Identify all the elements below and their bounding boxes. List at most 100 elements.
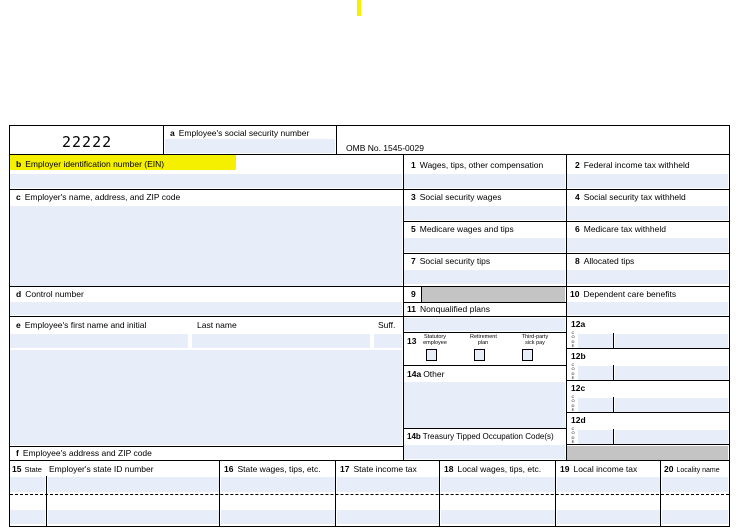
divider <box>403 302 566 303</box>
statutory-employee-checkbox[interactable] <box>426 349 437 361</box>
box18-field-1[interactable] <box>441 477 555 492</box>
box12c-label: 12c <box>571 383 586 393</box>
box12-shaded <box>567 446 728 460</box>
divider <box>9 286 403 287</box>
box17-field-1[interactable] <box>337 477 439 492</box>
box14b-field[interactable] <box>404 445 565 459</box>
box12a-code-field[interactable] <box>578 334 613 348</box>
code-label: CODE <box>571 394 575 412</box>
box7-field[interactable] <box>404 270 565 284</box>
box3-field[interactable] <box>404 206 565 220</box>
divider <box>613 365 614 380</box>
box18-field-2[interactable] <box>441 510 555 524</box>
box12b-label: 12b <box>571 351 586 361</box>
box19-field-2[interactable] <box>557 510 660 524</box>
employee-address-field[interactable] <box>10 350 402 445</box>
divider <box>403 154 404 460</box>
employee-last-name-field[interactable] <box>192 334 370 348</box>
box15-state-field-2[interactable] <box>10 510 45 524</box>
box8-field[interactable] <box>567 270 728 284</box>
frame-left <box>9 125 10 527</box>
box6-label: 6 Medicare tax withheld <box>575 224 666 234</box>
divider <box>566 154 567 460</box>
box10-label: 10 Dependent care benefits <box>570 289 677 299</box>
box1-field[interactable] <box>404 174 565 188</box>
box12c-code-field[interactable] <box>578 398 613 412</box>
highlight-mark <box>357 0 361 16</box>
box6-field[interactable] <box>567 238 728 252</box>
employee-first-name-field[interactable] <box>10 334 188 348</box>
divider <box>403 428 566 429</box>
box12d-amount-field[interactable] <box>615 430 728 444</box>
retirement-plan-checkbox[interactable] <box>474 349 485 361</box>
retirement-plan-label: Retirement plan <box>470 334 497 346</box>
box3-label: 3 Social security wages <box>411 192 502 202</box>
divider <box>163 125 164 154</box>
divider <box>566 444 730 445</box>
statutory-employee-label: Statutory employee <box>423 334 447 346</box>
box1-label: 1 Wages, tips, other compensation <box>411 160 544 170</box>
box15-id-field-2[interactable] <box>48 510 219 524</box>
box10-field[interactable] <box>567 302 728 315</box>
divider <box>46 476 47 526</box>
box9-shaded <box>422 286 565 302</box>
box-a-label: a Employee's social security number <box>170 128 310 138</box>
employee-suffix-field[interactable] <box>374 334 402 348</box>
box19-field-1[interactable] <box>557 477 660 492</box>
box12c-amount-field[interactable] <box>615 398 728 412</box>
control-number-field[interactable] <box>10 302 402 315</box>
third-party-sick-pay-checkbox[interactable] <box>522 349 533 361</box>
box16-field-2[interactable] <box>221 510 335 524</box>
box-e-label: e Employee's first name and initial <box>16 320 147 330</box>
divider <box>403 189 730 190</box>
box-c-label: c Employer's name, address, and ZIP code <box>16 192 181 202</box>
box17-label: 17 State income tax <box>340 464 417 474</box>
employer-name-field[interactable] <box>10 206 402 286</box>
divider <box>613 333 614 348</box>
box11-label: 11 Nonqualified plans <box>407 304 490 314</box>
divider <box>403 365 566 366</box>
box15-label: 15 State Employer's state ID number <box>12 464 154 474</box>
box20-field-1[interactable] <box>662 477 728 492</box>
box12b-amount-field[interactable] <box>615 366 728 380</box>
divider <box>439 460 440 526</box>
box20-label: 20 Locality name <box>664 464 720 474</box>
box17-field-2[interactable] <box>337 510 439 524</box>
box-f-label: f Employee's address and ZIP code <box>16 448 152 458</box>
code-label: CODE <box>571 426 575 444</box>
box2-field[interactable] <box>567 174 728 188</box>
ein-field[interactable] <box>10 174 402 188</box>
box5-label: 5 Medicare wages and tips <box>411 224 514 234</box>
divider <box>335 460 336 526</box>
code-label: CODE <box>571 362 575 380</box>
box5-field[interactable] <box>404 238 565 252</box>
divider <box>9 446 403 447</box>
box9-label: 9 <box>411 289 416 299</box>
box4-field[interactable] <box>567 206 728 220</box>
box14a-field[interactable] <box>404 382 565 429</box>
third-party-sick-pay-label: Third-party sick pay <box>521 334 549 346</box>
box12a-amount-field[interactable] <box>615 334 728 348</box>
form-code: 22222 <box>62 133 113 151</box>
divider <box>403 316 730 317</box>
box12d-code-field[interactable] <box>578 430 613 444</box>
ssn-field[interactable] <box>165 139 335 153</box>
divider <box>9 316 403 317</box>
box14a-label: 14a Other <box>407 369 445 379</box>
box13-label: 13 <box>407 336 417 346</box>
box12b-code-field[interactable] <box>578 366 613 380</box>
box16-field-1[interactable] <box>221 477 335 492</box>
divider <box>421 286 422 302</box>
divider <box>9 460 730 461</box>
divider <box>566 348 730 349</box>
box15-id-field-1[interactable] <box>48 477 219 492</box>
frame-top <box>9 125 730 126</box>
box2-label: 2 Federal income tax withheld <box>575 160 690 170</box>
box11-field[interactable] <box>404 318 565 331</box>
box20-field-2[interactable] <box>662 510 728 524</box>
divider <box>566 380 730 381</box>
box-d-label: d Control number <box>16 289 84 299</box>
box-e-last-name: Last name <box>197 320 237 330</box>
divider <box>9 189 403 190</box>
box15-state-field-1[interactable] <box>10 477 45 492</box>
